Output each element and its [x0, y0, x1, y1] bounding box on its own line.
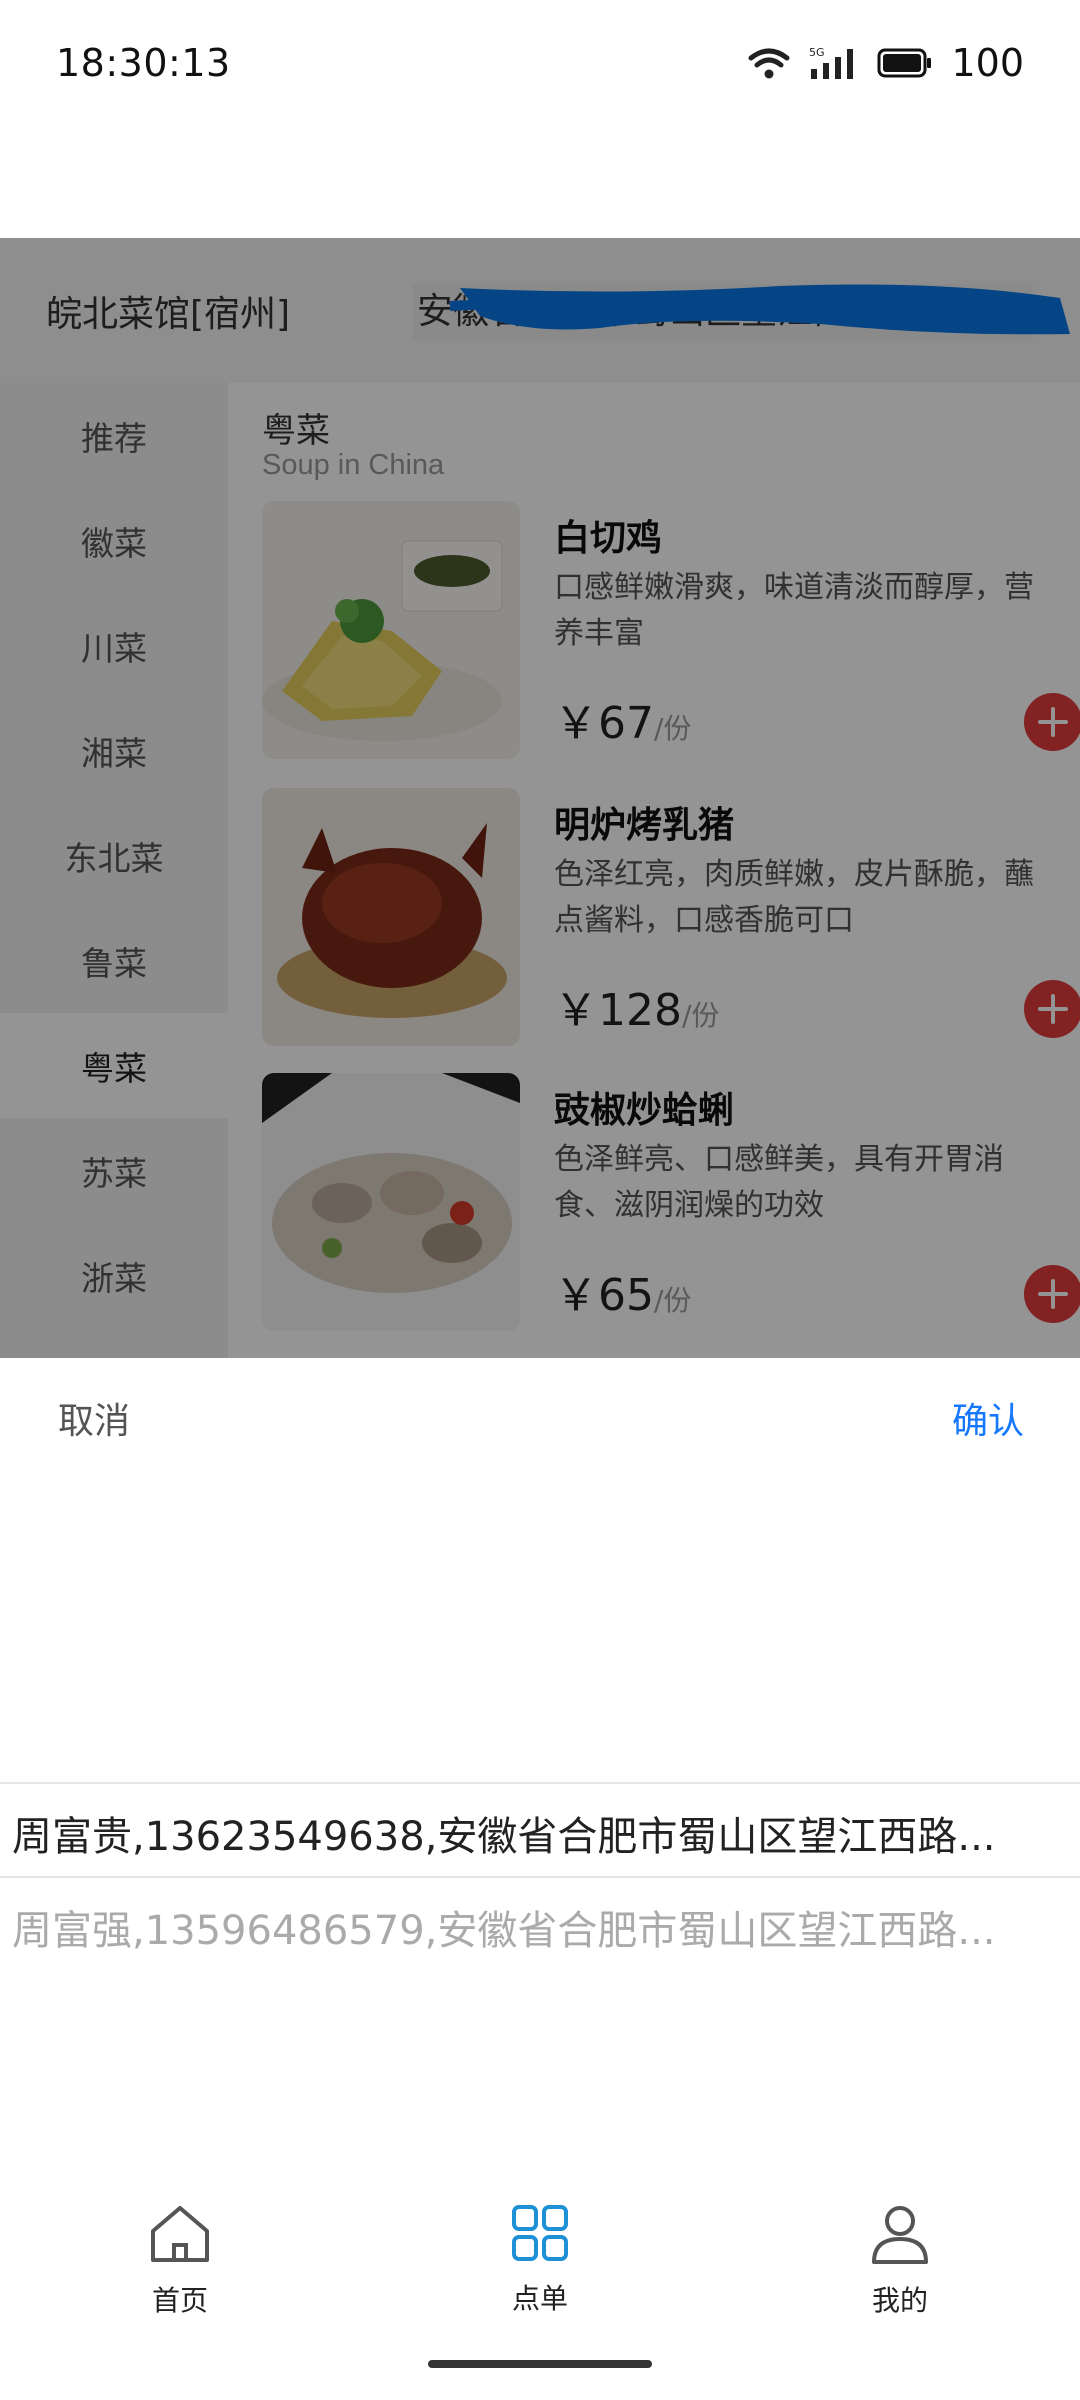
picker-option[interactable]: 周富强,13596486579,安徽省合肥市蜀山区望江西路... [12, 1898, 1072, 1956]
status-icons: 5G 100 [747, 41, 1024, 85]
nav-home[interactable]: 首页 [80, 2203, 280, 2319]
nav-label: 点单 [511, 2282, 568, 2315]
address-picker-sheet: 取消 确认 周富贵,13623549638,安徽省合肥市蜀山区望江西路... 周… [0, 1358, 1080, 2173]
grid-icon [512, 2205, 568, 2261]
network-type-label: 5G [809, 46, 825, 59]
nav-order[interactable]: 点单 [440, 2203, 640, 2317]
cancel-button[interactable]: 取消 [58, 1392, 130, 1444]
modal-overlay[interactable] [0, 238, 1080, 1358]
wifi-icon [748, 48, 790, 78]
home-icon [151, 2206, 209, 2262]
picker-divider-top [0, 1782, 1080, 1784]
picker-divider-bottom [0, 1876, 1080, 1878]
status-time: 18:30:13 [56, 40, 231, 85]
battery-icon [877, 48, 932, 77]
nav-profile[interactable]: 我的 [800, 2203, 1000, 2319]
battery-level: 100 [951, 40, 1024, 85]
user-icon [872, 2206, 928, 2264]
nav-label: 我的 [871, 2284, 928, 2317]
status-bar: 18:30:13 5G 100 [0, 0, 1080, 125]
confirm-button[interactable]: 确认 [952, 1392, 1024, 1444]
app-root: 18:30:13 5G 100 皖北菜馆[宿州] 推荐 徽菜 川菜 湘菜 东北菜… [0, 0, 1080, 2400]
home-indicator[interactable] [428, 2360, 652, 2368]
picker-option-selected[interactable]: 周富贵,13623549638,安徽省合肥市蜀山区望江西路... [12, 1804, 1072, 1862]
cellular-signal-icon: 5G [809, 46, 854, 79]
nav-label: 首页 [151, 2284, 208, 2317]
